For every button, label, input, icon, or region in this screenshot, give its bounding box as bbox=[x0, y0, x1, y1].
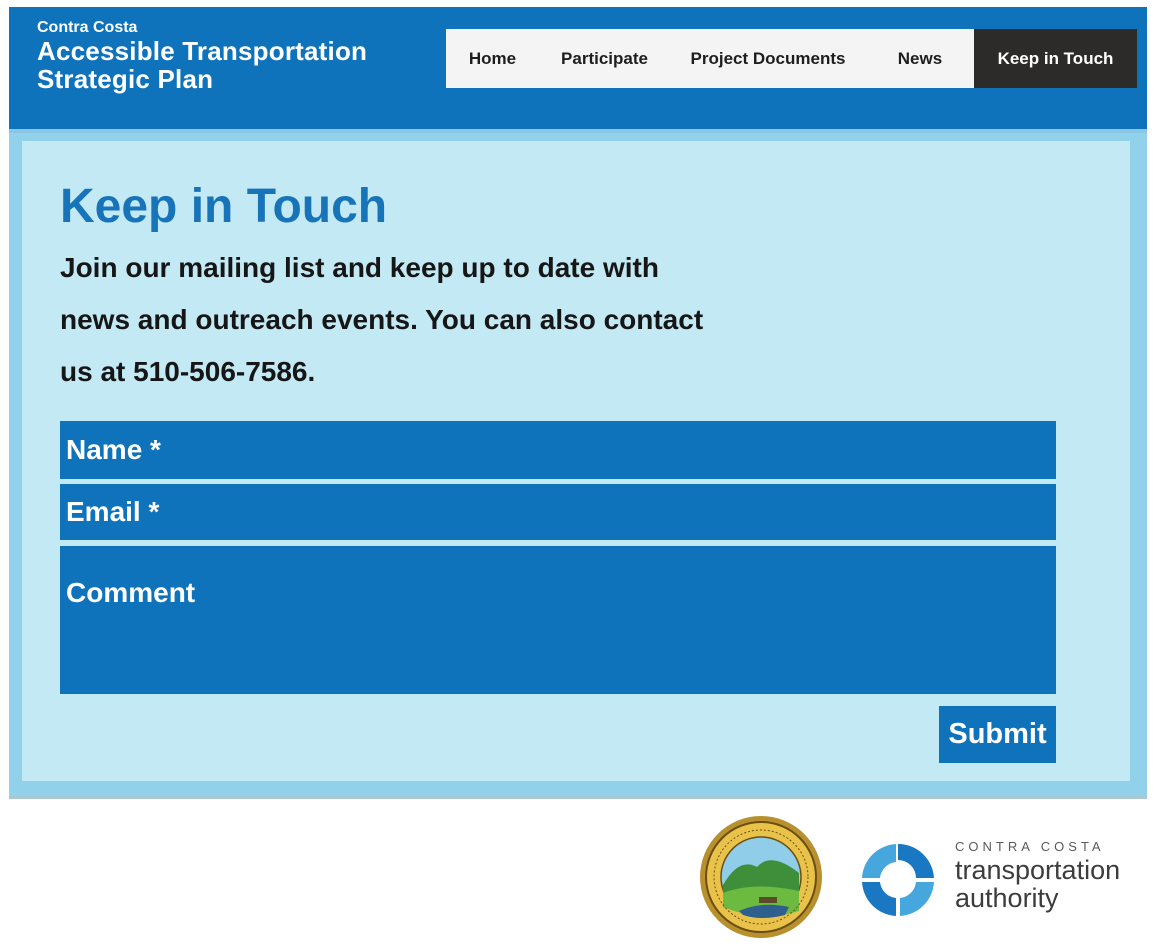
intro-text: Join our mailing list and keep up to dat… bbox=[60, 252, 704, 387]
authority-name-line-1: transportation bbox=[955, 855, 1121, 885]
page-edge-left bbox=[0, 0, 9, 948]
main-content: Keep in Touch Join our mailing list and … bbox=[9, 133, 1147, 798]
brand-line-2: Accessible Transportation bbox=[37, 36, 368, 66]
content-divider bbox=[9, 796, 1147, 799]
nav-item-project-documents[interactable]: Project Documents bbox=[670, 29, 866, 88]
submit-button[interactable]: Submit bbox=[939, 706, 1056, 763]
county-seal-icon bbox=[700, 816, 822, 938]
site-brand[interactable]: Contra Costa Accessible Transportation S… bbox=[37, 19, 367, 93]
brand-line-1: Contra Costa bbox=[37, 19, 138, 36]
name-field[interactable]: Name * bbox=[60, 421, 1056, 479]
site-header: Contra Costa Accessible Transportation S… bbox=[9, 7, 1147, 129]
page-title: Keep in Touch bbox=[60, 180, 388, 233]
contact-panel: Keep in Touch Join our mailing list and … bbox=[22, 141, 1130, 781]
email-field[interactable]: Email * bbox=[60, 484, 1056, 540]
nav-item-news[interactable]: News bbox=[866, 29, 974, 88]
transportation-authority-wordmark: CONTRA COSTA transportation authority bbox=[955, 838, 1120, 912]
nav-item-participate[interactable]: Participate bbox=[539, 29, 670, 88]
authority-county-label: CONTRA COSTA bbox=[955, 839, 1105, 854]
comment-field[interactable]: Comment bbox=[60, 546, 1056, 694]
nav-item-home[interactable]: Home bbox=[446, 29, 539, 88]
page-edge-right bbox=[1147, 0, 1155, 948]
brand-line-3: Strategic Plan bbox=[37, 64, 214, 94]
transportation-authority-logo-icon bbox=[862, 843, 934, 916]
authority-name-line-2: authority bbox=[955, 883, 1059, 913]
nav-item-keep-in-touch[interactable]: Keep in Touch bbox=[974, 29, 1137, 88]
main-nav: Home Participate Project Documents News … bbox=[446, 29, 1137, 88]
